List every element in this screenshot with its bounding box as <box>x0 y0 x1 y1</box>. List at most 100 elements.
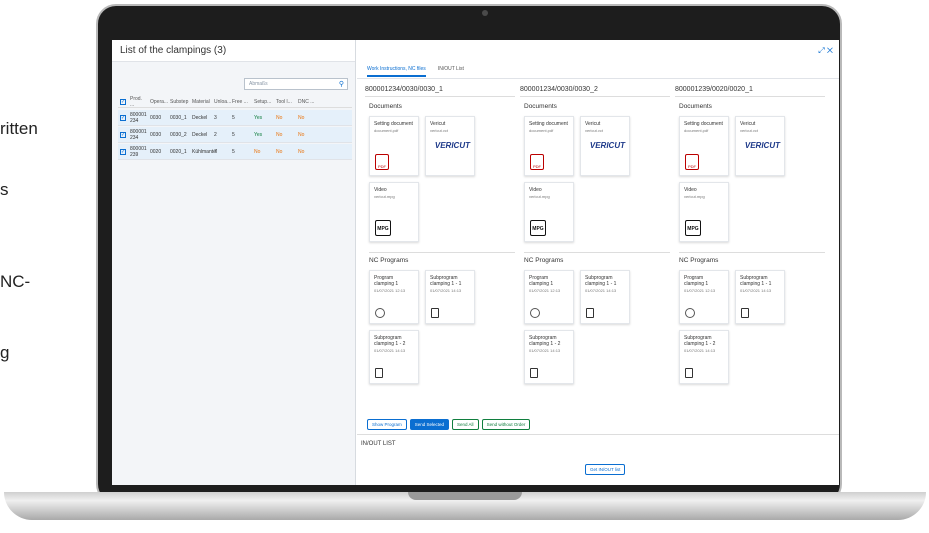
card-file: document.pdf <box>529 128 554 133</box>
document-card[interactable]: Setting document document.pdf PDF <box>679 116 729 176</box>
close-icon[interactable]: ✕ <box>827 46 833 55</box>
card-title: Subprogram clamping 1 - 1 <box>585 275 617 287</box>
card-file: vericut.mpg <box>529 194 550 199</box>
subprogram-card[interactable]: Subprogram clamping 1 - 1 01/07/2021 14:1… <box>735 270 785 324</box>
action-bar: Show Program Send Selected Send All Send… <box>367 419 531 430</box>
cell-material: Deckel <box>192 114 208 121</box>
documents-label: Documents <box>524 103 557 110</box>
card-file: vericut.vct <box>585 128 604 133</box>
program-icon <box>530 308 540 318</box>
vericut-card[interactable]: Vericut vericut.vct VERICUT <box>735 116 785 176</box>
clamping-title: 800001239/0020/0020_1 <box>675 86 825 97</box>
col-op[interactable]: Opera... <box>150 99 170 105</box>
cell-material: Deckel <box>192 131 208 138</box>
card-title: Subprogram clamping 1 - 1 <box>740 275 772 287</box>
background-text-3: NC- <box>0 272 31 291</box>
search-input[interactable]: Abmaßs ⚲ <box>244 78 348 90</box>
table-row[interactable]: ✓ 800001 234 0030 0030_2 Deckel 2 5 Yes … <box>118 127 352 143</box>
card-title: Vericut <box>585 121 601 127</box>
vericut-card[interactable]: Vericut vericut.vct VERICUT <box>425 116 475 176</box>
col-setup[interactable]: Setup... <box>254 99 276 105</box>
card-date: 01/07/2021 14:13 <box>430 288 462 293</box>
card-file: vericut.vct <box>430 128 449 133</box>
card-title: Vericut <box>430 121 446 127</box>
cell-prod: 800001 234 <box>130 128 147 141</box>
card-date: 01/07/2021 14:13 <box>684 348 716 353</box>
get-inout-button[interactable]: Get IN/OUT list <box>585 464 626 475</box>
document-card[interactable]: Setting document document.pdf PDF <box>524 116 574 176</box>
col-dnc[interactable]: DNC ... <box>298 99 320 105</box>
col-tool[interactable]: Tool l... <box>276 99 298 105</box>
video-card[interactable]: Video vericut.mpg MPG <box>679 182 729 242</box>
search-placeholder: Abmaßs <box>249 81 268 87</box>
row-checkbox[interactable]: ✓ <box>120 114 126 121</box>
col-free[interactable]: Free ... <box>232 99 254 105</box>
cell-op: 0030 <box>150 131 162 138</box>
expand-icon[interactable]: ⤢ <box>818 46 824 55</box>
send-without-order-button[interactable]: Send without Order <box>481 419 531 430</box>
cell-prod: 800001 239 <box>130 145 147 158</box>
cell-setup: No <box>254 148 261 155</box>
file-icon <box>431 308 439 318</box>
card-title: Setting document <box>684 121 723 127</box>
table-row[interactable]: ✓ 800001 234 0030 0030_1 Deckel 3 5 Yes … <box>118 110 352 126</box>
nc-programs-label: NC Programs <box>524 252 670 264</box>
cell-substep: 0030_2 <box>170 131 187 138</box>
document-card[interactable]: Setting document document.pdf PDF <box>369 116 419 176</box>
tab-inout-list[interactable]: IN/OUT List <box>438 66 464 77</box>
row-checkbox[interactable]: ✓ <box>120 148 126 155</box>
card-date: 01/07/2021 14:13 <box>740 288 772 293</box>
file-icon <box>530 368 538 378</box>
program-card[interactable]: Program clamping 1 01/07/2021 12:13 <box>369 270 419 324</box>
file-icon <box>685 368 693 378</box>
card-title: Video <box>529 187 542 193</box>
cell-dnc: No <box>298 131 305 138</box>
card-file: document.pdf <box>374 128 399 133</box>
show-program-button[interactable]: Show Program <box>367 419 407 430</box>
select-all-checkbox[interactable]: ✓ <box>120 98 126 105</box>
col-prod[interactable]: Prod. ... <box>130 96 150 108</box>
tab-divider <box>357 78 839 79</box>
vericut-logo: VERICUT <box>589 141 625 150</box>
program-card[interactable]: Program clamping 1 01/07/2021 12:13 <box>524 270 574 324</box>
card-date: 01/07/2021 12:13 <box>684 288 716 293</box>
video-card[interactable]: Video vericut.mpg MPG <box>524 182 574 242</box>
col-substep[interactable]: Substep <box>170 99 192 105</box>
col-unload[interactable]: Unloa... <box>214 99 232 105</box>
cell-setup: Yes <box>254 131 263 138</box>
vericut-logo: VERICUT <box>744 141 780 150</box>
subprogram-card[interactable]: Subprogram clamping 1 - 1 01/07/2021 14:1… <box>425 270 475 324</box>
card-title: Video <box>374 187 387 193</box>
col-material[interactable]: Material <box>192 99 214 105</box>
cell-prod: 800001 234 <box>130 111 147 124</box>
send-selected-button[interactable]: Send Selected <box>409 419 450 430</box>
send-all-button[interactable]: Send All <box>452 419 479 430</box>
vericut-card[interactable]: Vericut vericut.vct VERICUT <box>580 116 630 176</box>
video-card[interactable]: Video vericut.mpg MPG <box>369 182 419 242</box>
background-text-4: g <box>0 343 10 362</box>
card-date: 01/07/2021 14:13 <box>529 348 561 353</box>
clamping-list-panel: List of the clampings (3) Abmaßs ⚲ ✓ Prod… <box>112 40 356 485</box>
table-row[interactable]: ✓ 800001 239 0020 0020_1 Kühlmantel 7 5 … <box>118 144 352 160</box>
nc-cards: Program clamping 1 01/07/2021 12:13 Subpr… <box>369 270 515 384</box>
row-checkbox[interactable]: ✓ <box>120 131 126 138</box>
cell-tool: No <box>276 114 283 121</box>
card-file: document.pdf <box>684 128 709 133</box>
subprogram-card[interactable]: Subprogram clamping 1 - 2 01/07/2021 14:1… <box>369 330 419 384</box>
program-card[interactable]: Program clamping 1 01/07/2021 12:13 <box>679 270 729 324</box>
subprogram-card[interactable]: Subprogram clamping 1 - 1 01/07/2021 14:1… <box>580 270 630 324</box>
search-icon[interactable]: ⚲ <box>339 80 344 88</box>
pdf-icon: PDF <box>685 154 699 170</box>
card-date: 01/07/2021 14:13 <box>374 348 406 353</box>
inout-title: IN/OUT LIST <box>361 441 396 447</box>
documents-label: Documents <box>679 103 712 110</box>
cell-unload: 3 <box>214 114 217 121</box>
subprogram-card[interactable]: Subprogram clamping 1 - 2 01/07/2021 14:1… <box>679 330 729 384</box>
subprogram-card[interactable]: Subprogram clamping 1 - 2 01/07/2021 14:1… <box>524 330 574 384</box>
card-date: 01/07/2021 12:13 <box>374 288 406 293</box>
tab-work-instructions[interactable]: Work Instructions, NC files <box>367 66 426 77</box>
table-header: ✓ Prod. ... Opera... Substep Material Un… <box>118 96 352 108</box>
card-title: Program clamping 1 <box>374 275 399 287</box>
cell-tool: No <box>276 148 283 155</box>
mpg-icon: MPG <box>685 220 701 236</box>
